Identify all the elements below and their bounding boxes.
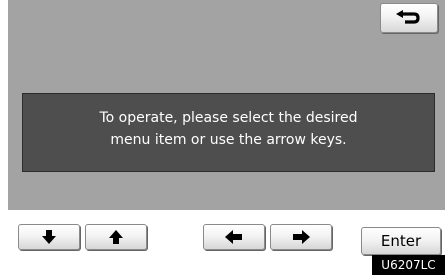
- arrow-left-button[interactable]: [203, 224, 265, 250]
- arrow-down-icon: [40, 229, 58, 245]
- instruction-line-1: To operate, please select the desired: [99, 110, 358, 126]
- navigation-screen: To operate, please select the desired me…: [0, 0, 445, 275]
- back-button[interactable]: [380, 3, 438, 33]
- arrow-right-button[interactable]: [270, 224, 332, 250]
- figure-code: U6207LC: [372, 255, 445, 275]
- arrow-up-icon: [107, 229, 125, 245]
- return-arrow-icon: [395, 9, 423, 27]
- arrow-right-icon: [291, 229, 311, 245]
- instruction-message: To operate, please select the desired me…: [22, 93, 435, 172]
- arrow-left-icon: [224, 229, 244, 245]
- arrow-down-button[interactable]: [18, 224, 80, 250]
- enter-button-label: Enter: [380, 232, 422, 250]
- instruction-line-2: menu item or use the arrow keys.: [110, 132, 347, 148]
- enter-button[interactable]: Enter: [361, 227, 441, 255]
- arrow-up-button[interactable]: [85, 224, 147, 250]
